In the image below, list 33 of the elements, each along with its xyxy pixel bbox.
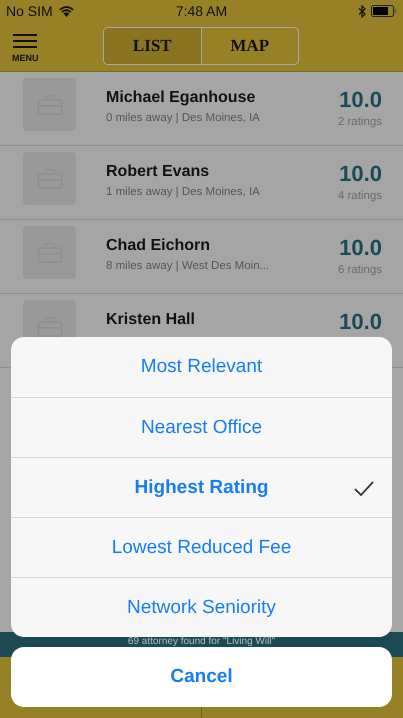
attorney-name: Kristen Hall (106, 311, 196, 329)
attorney-location: 8 miles away | West Des Moin... (106, 260, 270, 272)
briefcase-icon (36, 316, 62, 336)
wifi-icon (58, 5, 75, 17)
menu-label: MENU (12, 53, 38, 63)
results-text: 69 attorney found for "Living Will" (128, 637, 276, 647)
bluetooth-icon (358, 4, 366, 18)
rating-count: 2 ratings (338, 116, 382, 128)
menu-icon (13, 34, 38, 48)
sort-option[interactable]: Highest Rating (11, 457, 392, 517)
cancel-button[interactable]: Cancel (11, 647, 392, 707)
rating-count: 4 ratings (338, 190, 382, 202)
rating-score: 10.0 (339, 87, 382, 113)
rating-count: 6 ratings (338, 264, 382, 276)
sort-option[interactable]: Lowest Reduced Fee (11, 517, 392, 577)
rating-score: 10.0 (339, 235, 382, 261)
sort-option[interactable]: Network Seniority (11, 577, 392, 637)
view-tab[interactable]: MAP (200, 28, 298, 64)
attorney-name: Chad Eichorn (106, 237, 212, 255)
sort-option[interactable]: Nearest Office (11, 397, 392, 457)
attorney-location: 0 miles away | Des Moines, IA (106, 112, 261, 124)
rating-score: 10.0 (339, 309, 382, 335)
menu-button[interactable]: MENU (12, 34, 38, 63)
clock-text: 7:48 AM (176, 3, 228, 19)
attorney-location: 1 miles away | Des Moines, IA (106, 186, 261, 198)
battery-icon (371, 5, 397, 17)
view-tab[interactable]: LIST (104, 28, 200, 64)
checkmark-icon (354, 481, 374, 496)
attorney-name: Michael Eganhouse (106, 89, 256, 107)
rating-score: 10.0 (339, 161, 382, 187)
attorney-name: Robert Evans (106, 163, 210, 181)
carrier-text: No SIM (6, 3, 53, 19)
sort-option[interactable]: Most Relevant (11, 337, 392, 397)
